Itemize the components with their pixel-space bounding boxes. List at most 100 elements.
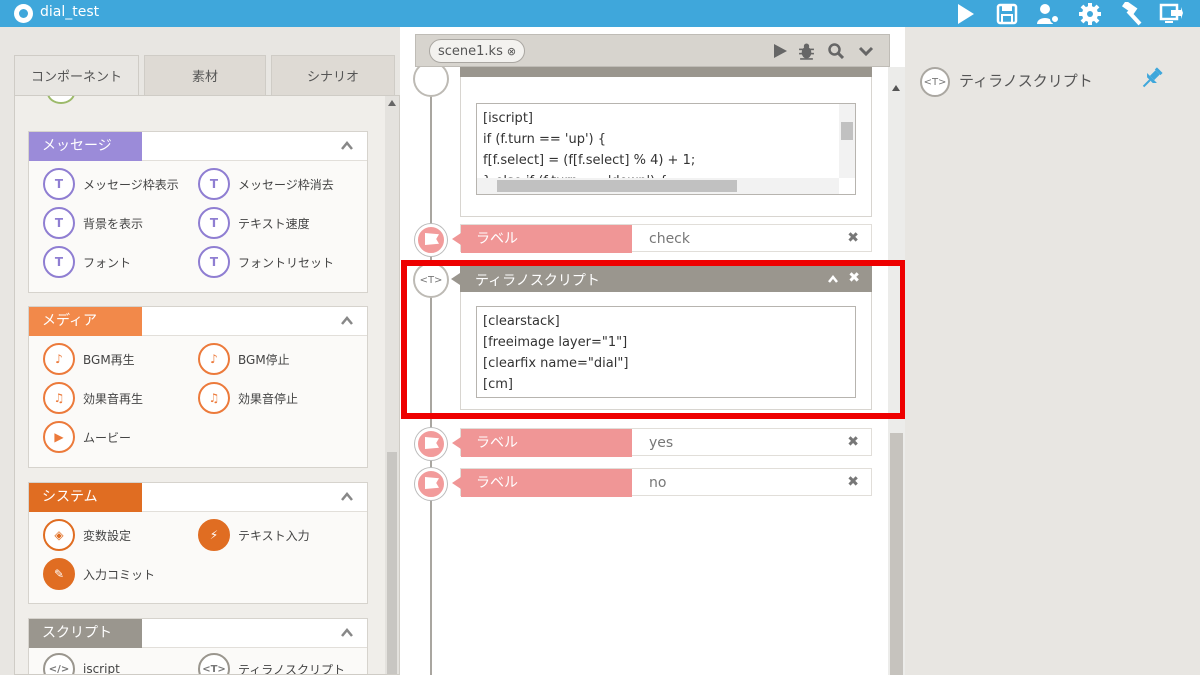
item-text-input[interactable]: ⚡ テキスト入力 [198, 519, 310, 551]
section-media: メディア ♪ BGM再生 ♪ BGM停止 ♫ 効果音再生 ♫ 効果音停止 ▶ ムービー [28, 306, 368, 468]
section-title: スクリプト [29, 619, 142, 648]
save-icon [996, 3, 1018, 24]
textarea-v-scrollbar[interactable] [839, 104, 855, 178]
export-button[interactable] [1154, 0, 1188, 27]
gear-icon [1079, 2, 1101, 25]
section-system-header[interactable]: システム [29, 483, 367, 512]
settings-button[interactable] [1073, 0, 1107, 27]
chevron-down-icon[interactable] [856, 41, 876, 61]
section-media-header[interactable]: メディア [29, 307, 367, 336]
movie-icon: ▶ [43, 421, 75, 453]
item-tyranoscript[interactable]: <T> ティラノスクリプト [198, 653, 345, 674]
chevron-up-icon[interactable] [341, 491, 353, 503]
label-value[interactable]: check [649, 231, 690, 247]
item-bgm-stop[interactable]: ♪ BGM停止 [198, 343, 290, 375]
item-input-commit[interactable]: ✎ 入力コミット [43, 558, 155, 590]
delete-icon[interactable]: ✖ [847, 474, 859, 490]
build-icon [1121, 1, 1142, 25]
app-title: dial_test [40, 4, 100, 20]
delete-icon[interactable]: ✖ [847, 230, 859, 246]
iscript-textarea[interactable]: [iscript] if (f.turn == 'up') {f[f.select… [476, 103, 856, 195]
timeline-node-label-yes[interactable] [415, 428, 447, 460]
chevron-up-icon[interactable] [341, 140, 353, 152]
tyrano-icon: <T> [920, 67, 950, 97]
label-tag: ラベル [452, 429, 632, 457]
lightning-icon: ⚡ [198, 519, 230, 551]
scene-tab[interactable]: scene1.ks ⊗ [429, 39, 526, 63]
section-script-header[interactable]: スクリプト [29, 619, 367, 648]
label-block-no[interactable]: ラベル no ✖ [452, 468, 872, 497]
code-icon: </> [43, 653, 75, 674]
tab-assets[interactable]: 素材 [144, 55, 266, 95]
item-font[interactable]: T フォント [43, 246, 131, 278]
item-movie[interactable]: ▶ ムービー [43, 421, 131, 453]
flag-icon [425, 437, 439, 449]
item-message-show[interactable]: T メッセージ枠表示 [43, 168, 179, 200]
label-value[interactable]: no [649, 475, 666, 491]
tyrano-icon: <T> [198, 653, 230, 674]
flag-icon [425, 477, 439, 489]
bug-icon[interactable] [796, 41, 816, 61]
item-message-hide[interactable]: T メッセージ枠消去 [198, 168, 334, 200]
section-title: システム [29, 483, 142, 512]
tab-scenario[interactable]: シナリオ [271, 55, 395, 95]
label-value[interactable]: yes [649, 435, 673, 451]
app-logo-icon [14, 4, 33, 23]
item-se-play[interactable]: ♫ 効果音再生 [43, 382, 143, 414]
delete-icon[interactable]: ✖ [847, 434, 859, 450]
section-message-header[interactable]: メッセージ [29, 132, 367, 161]
timeline-node-label-check[interactable] [415, 224, 447, 256]
chevron-up-icon[interactable] [341, 315, 353, 327]
play-icon[interactable] [770, 41, 790, 61]
block-header-partial [460, 67, 872, 77]
play-button[interactable] [948, 0, 982, 27]
scene-toolbar: scene1.ks ⊗ [415, 34, 890, 67]
left-scroll-thumb[interactable] [387, 452, 397, 674]
label-tag: ラベル [452, 225, 632, 253]
highlight-box [401, 260, 906, 419]
user-settings-button[interactable] [1031, 0, 1065, 27]
item-iscript[interactable]: </> iscript [43, 653, 120, 674]
build-button[interactable] [1114, 0, 1148, 27]
editor-scroll-thumb[interactable] [890, 433, 903, 675]
plug-icon: ✎ [43, 558, 75, 590]
item-show-background[interactable]: T 背景を表示 [43, 207, 143, 239]
scroll-up-arrow[interactable] [388, 100, 396, 106]
property-panel: <T> ティラノスクリプト [905, 55, 1200, 675]
bgm-play-icon: ♪ [43, 343, 75, 375]
font-icon: T [43, 246, 75, 278]
item-variable-set[interactable]: ◈ 変数設定 [43, 519, 131, 551]
item-bgm-play[interactable]: ♪ BGM再生 [43, 343, 135, 375]
property-title: ティラノスクリプト [959, 72, 1093, 90]
se-play-icon: ♫ [43, 382, 75, 414]
close-icon[interactable]: ⊗ [507, 45, 516, 58]
message-show-icon: T [43, 168, 75, 200]
label-block-yes[interactable]: ラベル yes ✖ [452, 428, 872, 457]
play-icon [958, 3, 974, 24]
variable-icon: ◈ [43, 519, 75, 551]
chevron-up-icon[interactable] [341, 627, 353, 639]
save-button[interactable] [990, 0, 1024, 27]
section-message: メッセージ T メッセージ枠表示 T メッセージ枠消去 T 背景を表示 T テキスト速度… [28, 131, 368, 293]
textarea-h-scrollbar[interactable] [477, 178, 839, 194]
timeline-node-label-no[interactable] [415, 468, 447, 500]
label-block-check[interactable]: ラベル check ✖ [452, 224, 872, 253]
partial-item-icon [47, 96, 75, 104]
item-text-speed[interactable]: T テキスト速度 [198, 207, 310, 239]
search-icon[interactable] [826, 41, 846, 61]
flag-icon [425, 233, 439, 245]
item-font-reset[interactable]: T フォントリセット [198, 246, 334, 278]
left-scrollbar[interactable] [385, 96, 399, 674]
iscript-block-body: [iscript] if (f.turn == 'up') {f[f.select… [460, 77, 872, 217]
section-script: スクリプト </> iscript <T> ティラノスクリプト [28, 618, 368, 674]
label-tag: ラベル [452, 469, 632, 497]
user-settings-icon [1037, 3, 1060, 24]
bgm-stop-icon: ♪ [198, 343, 230, 375]
scroll-up-arrow[interactable] [892, 85, 900, 91]
timeline-node-script[interactable] [415, 63, 447, 95]
pin-icon[interactable] [1139, 65, 1165, 91]
item-se-stop[interactable]: ♫ 効果音停止 [198, 382, 298, 414]
section-title: メッセージ [29, 132, 142, 161]
tab-components[interactable]: コンポーネント [14, 55, 139, 95]
title-bar: dial_test [0, 0, 1200, 27]
